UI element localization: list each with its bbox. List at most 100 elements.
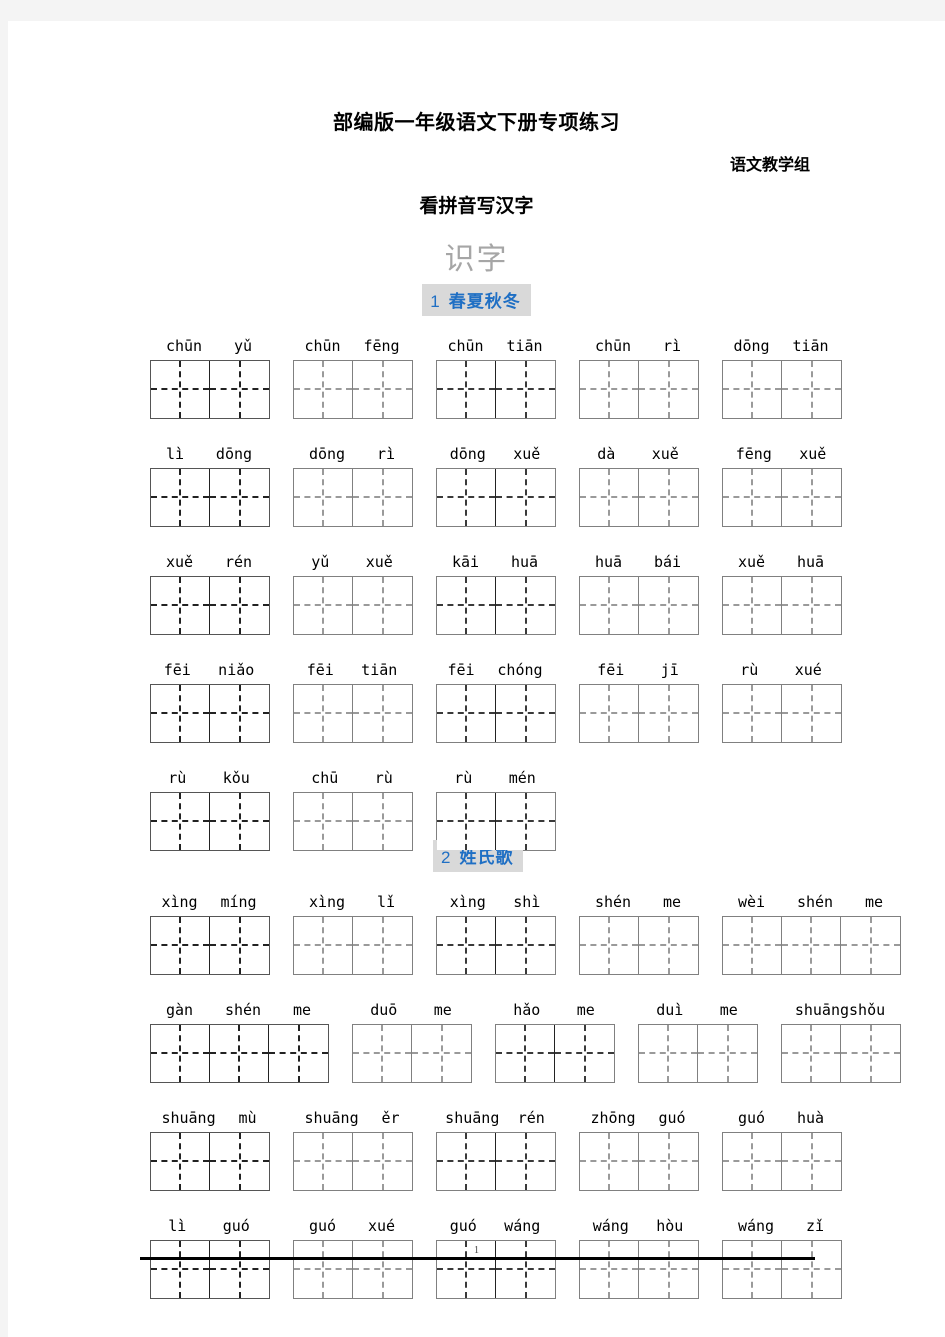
- character-cell[interactable]: [698, 1024, 757, 1082]
- character-grid[interactable]: [579, 683, 699, 743]
- character-cell[interactable]: [723, 468, 782, 526]
- character-cell[interactable]: [210, 1024, 269, 1082]
- character-cell[interactable]: [294, 792, 353, 850]
- character-grid[interactable]: [638, 1023, 758, 1083]
- character-grid[interactable]: [436, 575, 556, 635]
- character-cell[interactable]: [353, 360, 412, 418]
- character-grid[interactable]: [436, 1131, 556, 1191]
- character-cell[interactable]: [353, 1024, 412, 1082]
- character-grid[interactable]: [352, 1023, 472, 1083]
- character-grid[interactable]: [722, 467, 842, 527]
- character-cell[interactable]: [294, 916, 353, 974]
- character-cell[interactable]: [496, 1132, 555, 1190]
- character-grid[interactable]: [293, 683, 413, 743]
- character-cell[interactable]: [294, 576, 353, 634]
- character-cell[interactable]: [269, 1024, 328, 1082]
- character-cell[interactable]: [639, 1132, 698, 1190]
- character-cell[interactable]: [782, 684, 841, 742]
- character-cell[interactable]: [723, 576, 782, 634]
- character-cell[interactable]: [496, 360, 555, 418]
- character-cell[interactable]: [353, 684, 412, 742]
- character-grid[interactable]: [579, 467, 699, 527]
- character-grid[interactable]: [293, 791, 413, 851]
- character-cell[interactable]: [782, 916, 841, 974]
- character-cell[interactable]: [353, 1132, 412, 1190]
- character-grid[interactable]: [579, 359, 699, 419]
- character-cell[interactable]: [639, 916, 698, 974]
- character-cell[interactable]: [437, 576, 496, 634]
- character-grid[interactable]: [722, 359, 842, 419]
- character-cell[interactable]: [723, 916, 782, 974]
- character-cell[interactable]: [210, 468, 269, 526]
- character-cell[interactable]: [353, 468, 412, 526]
- character-cell[interactable]: [782, 1024, 841, 1082]
- character-grid[interactable]: [150, 359, 270, 419]
- character-cell[interactable]: [437, 468, 496, 526]
- character-cell[interactable]: [580, 576, 639, 634]
- character-cell[interactable]: [639, 360, 698, 418]
- character-cell[interactable]: [353, 792, 412, 850]
- character-cell[interactable]: [496, 468, 555, 526]
- character-cell[interactable]: [294, 1132, 353, 1190]
- character-grid[interactable]: [150, 915, 270, 975]
- character-cell[interactable]: [437, 360, 496, 418]
- character-cell[interactable]: [555, 1024, 614, 1082]
- character-grid[interactable]: [722, 915, 901, 975]
- character-grid[interactable]: [150, 467, 270, 527]
- character-cell[interactable]: [151, 1132, 210, 1190]
- character-grid[interactable]: [293, 467, 413, 527]
- character-cell[interactable]: [294, 684, 353, 742]
- character-grid[interactable]: [781, 1023, 901, 1083]
- character-cell[interactable]: [580, 1132, 639, 1190]
- character-grid[interactable]: [293, 915, 413, 975]
- character-grid[interactable]: [579, 1131, 699, 1191]
- character-cell[interactable]: [151, 576, 210, 634]
- character-grid[interactable]: [150, 791, 270, 851]
- character-grid[interactable]: [722, 1131, 842, 1191]
- character-cell[interactable]: [496, 576, 555, 634]
- character-grid[interactable]: [293, 575, 413, 635]
- character-cell[interactable]: [151, 684, 210, 742]
- character-cell[interactable]: [723, 360, 782, 418]
- character-grid[interactable]: [293, 359, 413, 419]
- character-grid[interactable]: [436, 915, 556, 975]
- character-cell[interactable]: [210, 576, 269, 634]
- character-cell[interactable]: [782, 468, 841, 526]
- character-grid[interactable]: [436, 791, 556, 851]
- character-cell[interactable]: [496, 684, 555, 742]
- character-cell[interactable]: [353, 916, 412, 974]
- character-cell[interactable]: [151, 916, 210, 974]
- character-grid[interactable]: [436, 359, 556, 419]
- character-cell[interactable]: [412, 1024, 471, 1082]
- character-cell[interactable]: [353, 576, 412, 634]
- character-cell[interactable]: [639, 468, 698, 526]
- character-grid[interactable]: [293, 1131, 413, 1191]
- character-cell[interactable]: [151, 360, 210, 418]
- character-cell[interactable]: [580, 916, 639, 974]
- character-cell[interactable]: [723, 1132, 782, 1190]
- character-cell[interactable]: [151, 792, 210, 850]
- character-grid[interactable]: [436, 683, 556, 743]
- character-cell[interactable]: [210, 916, 269, 974]
- character-cell[interactable]: [437, 916, 496, 974]
- character-cell[interactable]: [580, 360, 639, 418]
- character-cell[interactable]: [210, 684, 269, 742]
- character-cell[interactable]: [841, 1024, 900, 1082]
- character-grid[interactable]: [722, 683, 842, 743]
- character-cell[interactable]: [210, 360, 269, 418]
- character-cell[interactable]: [437, 684, 496, 742]
- character-cell[interactable]: [496, 916, 555, 974]
- character-cell[interactable]: [151, 1024, 210, 1082]
- character-grid[interactable]: [579, 575, 699, 635]
- character-cell[interactable]: [782, 1132, 841, 1190]
- character-cell[interactable]: [639, 684, 698, 742]
- character-cell[interactable]: [580, 468, 639, 526]
- character-grid[interactable]: [150, 575, 270, 635]
- character-cell[interactable]: [841, 916, 900, 974]
- character-grid[interactable]: [722, 575, 842, 635]
- character-cell[interactable]: [639, 1024, 698, 1082]
- character-cell[interactable]: [782, 360, 841, 418]
- character-grid[interactable]: [495, 1023, 615, 1083]
- character-cell[interactable]: [496, 1024, 555, 1082]
- character-cell[interactable]: [294, 360, 353, 418]
